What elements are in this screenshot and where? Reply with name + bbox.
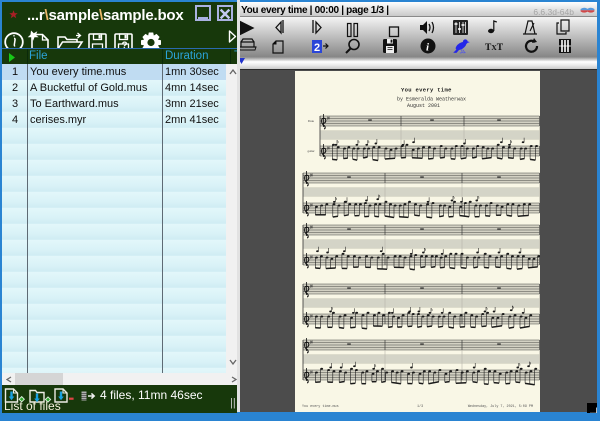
svg-text:guitar: guitar [308, 149, 315, 153]
svg-text:by Esmeralda Weatherwax: by Esmeralda Weatherwax [397, 97, 466, 103]
svg-text:You every time: You every time [401, 87, 452, 94]
svg-text:TXT: TXT [485, 43, 504, 53]
svg-text:Wednesday, July 7, 2021, 5:09: Wednesday, July 7, 2021, 5:09 PM [468, 404, 533, 409]
svg-text:You every time.mus: You every time.mus [302, 404, 339, 409]
svg-text:Flute: Flute [308, 119, 315, 123]
svg-text:2: 2 [314, 42, 320, 54]
svg-text:August 2001: August 2001 [407, 103, 440, 109]
svg-text:1/3: 1/3 [417, 404, 423, 409]
